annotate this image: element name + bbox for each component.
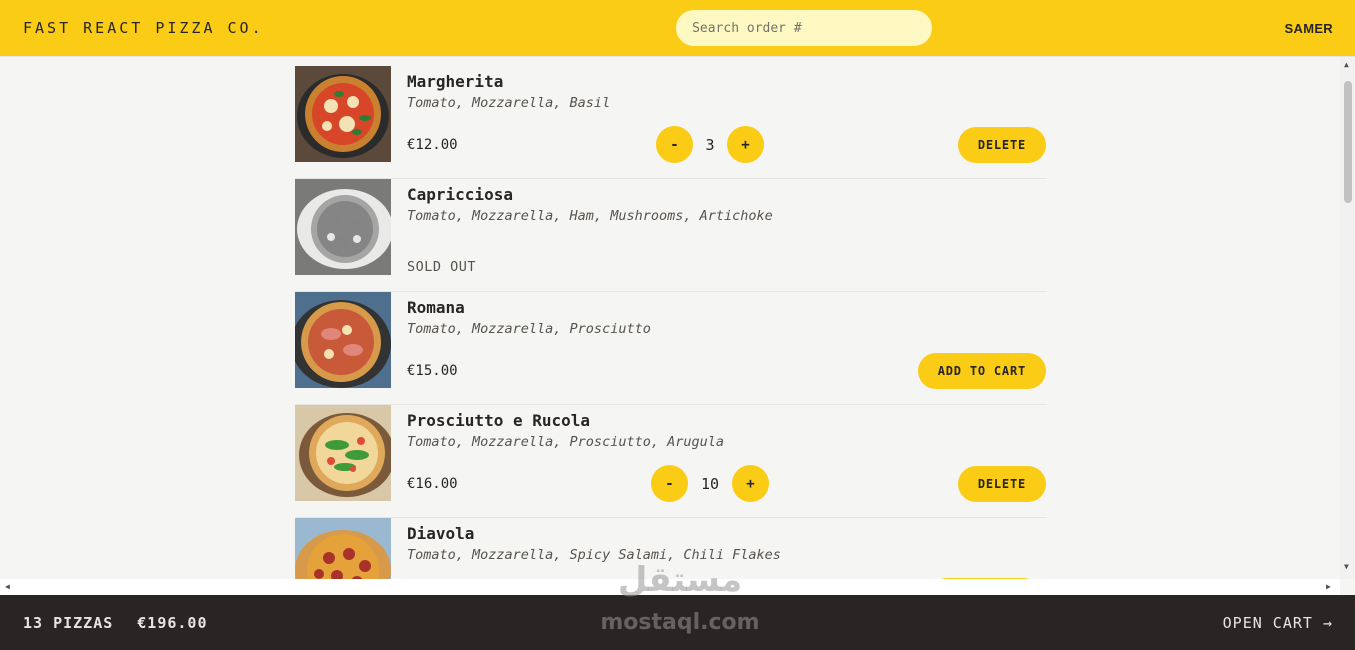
pizza-name: Margherita <box>407 72 504 91</box>
horizontal-scrollbar[interactable]: ◀ ▶ <box>0 579 1340 595</box>
open-cart-link[interactable]: Open cart → <box>1223 614 1333 632</box>
pizza-name: Prosciutto e Rucola <box>407 411 591 430</box>
add-to-cart-button[interactable]: Add to cart <box>917 353 1046 389</box>
pizza-ingredients: Tomato, Mozzarella, Prosciutto, Arugula <box>407 434 724 450</box>
app-header: Fast React Pizza Co. SAMER <box>0 0 1355 57</box>
quantity-stepper: - 10 + <box>651 465 769 502</box>
menu-item-diavola: Diavola Tomato, Mozzarella, Spicy Salami… <box>295 518 1047 579</box>
vertical-scrollbar[interactable]: ▲ ▼ <box>1340 57 1355 579</box>
cart-summary: 13 pizzas €196.00 <box>23 614 208 632</box>
app-logo[interactable]: Fast React Pizza Co. <box>23 19 264 37</box>
cart-total-price: €196.00 <box>137 613 208 632</box>
pizza-image <box>295 405 391 501</box>
sold-out-label: Sold out <box>407 259 477 275</box>
pizza-ingredients: Tomato, Mozzarella, Spicy Salami, Chili … <box>407 547 781 563</box>
cart-pizza-count: 13 pizzas <box>23 613 114 632</box>
pizza-name: Capricciosa <box>407 185 513 204</box>
cart-overview: 13 pizzas €196.00 Open cart → <box>0 595 1355 650</box>
delete-button[interactable]: Delete <box>957 127 1046 163</box>
scroll-down-arrow-icon[interactable]: ▼ <box>1344 563 1349 571</box>
menu-item-margherita: Margherita Tomato, Mozzarella, Basil €12… <box>295 66 1047 179</box>
scroll-left-arrow-icon[interactable]: ◀ <box>5 583 10 591</box>
pizza-image <box>295 66 391 162</box>
quantity-value: 3 <box>705 135 715 154</box>
pizza-name: Romana <box>407 298 465 317</box>
decrease-quantity-button[interactable]: - <box>651 465 688 502</box>
delete-button[interactable]: Delete <box>957 466 1046 502</box>
pizza-ingredients: Tomato, Mozzarella, Prosciutto <box>407 321 651 337</box>
scroll-right-arrow-icon[interactable]: ▶ <box>1326 583 1331 591</box>
menu-item-capricciosa: Capricciosa Tomato, Mozzarella, Ham, Mus… <box>295 179 1047 292</box>
pizza-ingredients: Tomato, Mozzarella, Basil <box>407 95 611 111</box>
menu-item-romana: Romana Tomato, Mozzarella, Prosciutto €1… <box>295 292 1047 405</box>
username: SAMER <box>1284 20 1333 36</box>
increase-quantity-button[interactable]: + <box>727 126 764 163</box>
pizza-name: Diavola <box>407 524 475 543</box>
pizza-ingredients: Tomato, Mozzarella, Ham, Mushrooms, Arti… <box>407 208 773 224</box>
pizza-price: €12.00 <box>407 137 458 153</box>
scrollbar-thumb[interactable] <box>1344 81 1352 203</box>
scroll-up-arrow-icon[interactable]: ▲ <box>1344 61 1349 69</box>
quantity-stepper: - 3 + <box>656 126 764 163</box>
pizza-image <box>295 179 391 275</box>
menu-item-prosciutto-e-rucola: Prosciutto e Rucola Tomato, Mozzarella, … <box>295 405 1047 518</box>
menu-list: Margherita Tomato, Mozzarella, Basil €12… <box>295 66 1047 579</box>
pizza-price: €15.00 <box>407 363 458 379</box>
decrease-quantity-button[interactable]: - <box>656 126 693 163</box>
menu-page: Margherita Tomato, Mozzarella, Basil €12… <box>0 57 1340 579</box>
pizza-image <box>295 518 391 579</box>
quantity-value: 10 <box>700 474 720 493</box>
pizza-image <box>295 292 391 388</box>
search-order-input[interactable] <box>676 10 933 46</box>
increase-quantity-button[interactable]: + <box>732 465 769 502</box>
pizza-price: €16.00 <box>407 476 458 492</box>
